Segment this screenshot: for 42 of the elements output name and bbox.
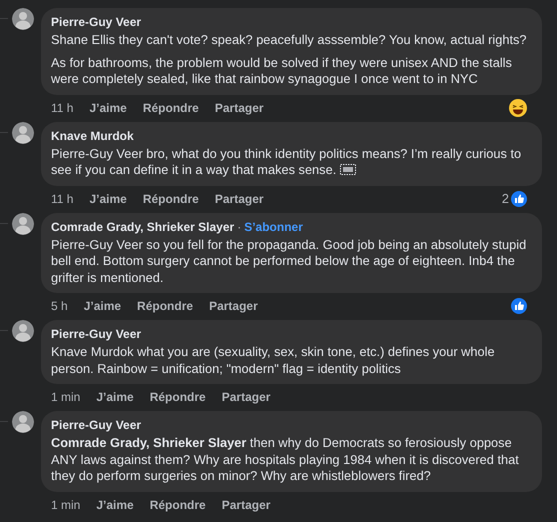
reaction-count: 2: [502, 190, 509, 208]
reply-button[interactable]: Répondre: [150, 496, 206, 514]
comment-text: Pierre-Guy Veer so you fell for the propaganda. Good job being an absolutely stupid bell end. Bottom surgery cannot be performed below the age of eighteen. Inb4 the grifter is mentioned.: [51, 236, 528, 286]
avatar[interactable]: [12, 212, 34, 234]
thumbs-up-icon[interactable]: [511, 298, 527, 314]
like-button[interactable]: J’aime: [89, 190, 127, 208]
avatar[interactable]: [12, 122, 34, 144]
share-button[interactable]: Partager: [209, 297, 258, 315]
follow-link[interactable]: S’abonner: [244, 218, 303, 236]
author-name[interactable]: Knave Murdok: [51, 126, 134, 144]
author-name[interactable]: Comrade Grady, Shrieker Slayer: [51, 218, 234, 236]
reply-button[interactable]: Répondre: [137, 297, 194, 315]
comment-text: Comrade Grady, Shrieker Slayer then why do Democrats so ferosiously oppose ANY laws against them? Why are hospitals playing 1984 when it is discovered that they do perform surgeries on minor? Why are whistleblowers fired?: [51, 435, 520, 484]
reply-button[interactable]: Répondre: [142, 98, 199, 116]
comment-text: As for bathrooms, the problem would be solved if they were unisex AND the stalls were completely sealed, like that rainbow synagogue I once went to in NYC: [51, 54, 513, 88]
comment-text: Shane Ellis they can't vote? speak? peacefully asssemble? You know, actual rights?: [51, 32, 528, 48]
laughing-emoji-icon[interactable]: [509, 98, 527, 116]
timestamp[interactable]: 5 h: [51, 297, 68, 315]
comment-text: Knave Murdok what you are (sexuality, sex, skin tone, etc.) defines your whole person. Rainbow = unification; "modern" flag = identity politics: [51, 344, 496, 377]
like-button[interactable]: J’aime: [96, 388, 134, 406]
like-button[interactable]: J’aime: [89, 98, 127, 116]
separator-dot: ·: [237, 218, 242, 236]
avatar[interactable]: [12, 320, 34, 342]
share-button[interactable]: Partager: [222, 388, 270, 406]
avatar[interactable]: [12, 411, 34, 433]
like-button[interactable]: J’aime: [84, 297, 122, 315]
timestamp[interactable]: 1 min: [51, 388, 80, 406]
author-name[interactable]: Pierre-Guy Veer: [51, 325, 142, 343]
reply-button[interactable]: Répondre: [142, 190, 199, 208]
timestamp[interactable]: 11 h: [51, 98, 74, 116]
share-button[interactable]: Partager: [214, 98, 264, 116]
reply-button[interactable]: Répondre: [150, 388, 206, 406]
timestamp[interactable]: 11 h: [51, 190, 74, 208]
timestamp[interactable]: 1 min: [51, 496, 80, 514]
author-name[interactable]: Pierre-Guy Veer: [51, 13, 142, 31]
like-button[interactable]: J’aime: [96, 496, 134, 514]
avatar[interactable]: [12, 8, 34, 30]
share-button[interactable]: Partager: [214, 190, 264, 208]
thumbs-up-icon[interactable]: [511, 190, 527, 206]
share-button[interactable]: Partager: [222, 496, 270, 514]
author-name[interactable]: Pierre-Guy Veer: [51, 416, 142, 434]
comment-text: Pierre-Guy Veer bro, what do you think identity politics means? I’m really curious to see if you can define it in a way that makes sense.: [51, 146, 522, 178]
